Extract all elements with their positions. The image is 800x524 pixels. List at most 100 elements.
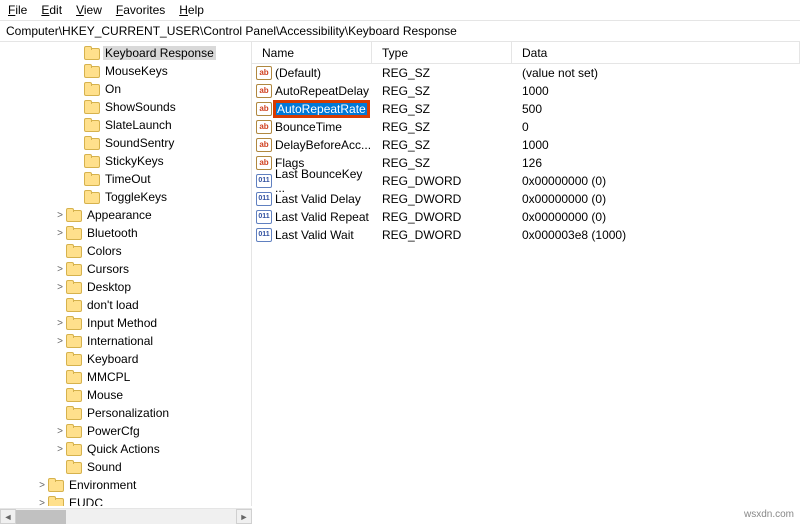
- tree-item[interactable]: Personalization: [0, 404, 251, 422]
- folder-icon: [66, 280, 82, 294]
- tree-item[interactable]: StickyKeys: [0, 152, 251, 170]
- column-header-data[interactable]: Data: [512, 42, 800, 63]
- value-data: (value not set): [512, 66, 800, 80]
- value-name: Last Valid Repeat: [275, 210, 369, 224]
- reg-dword-icon: [256, 209, 272, 225]
- value-data: 0x00000000 (0): [512, 210, 800, 224]
- chevron-right-icon[interactable]: >: [54, 336, 66, 347]
- value-row[interactable]: DelayBeforeAcc...REG_SZ1000: [252, 136, 800, 154]
- tree-pane[interactable]: Keyboard Response MouseKeys On ShowSounds Sl…: [0, 42, 252, 506]
- tree-item[interactable]: Sound: [0, 458, 251, 476]
- values-rows: (Default)REG_SZ(value not set)AutoRepeat…: [252, 64, 800, 244]
- chevron-right-icon[interactable]: >: [54, 228, 66, 239]
- scroll-left-button[interactable]: ◄: [0, 509, 16, 524]
- chevron-right-icon[interactable]: >: [36, 480, 48, 491]
- tree-item[interactable]: ShowSounds: [0, 98, 251, 116]
- value-row[interactable]: Last BounceKey ...REG_DWORD0x00000000 (0…: [252, 172, 800, 190]
- value-type: REG_DWORD: [372, 174, 512, 188]
- menu-edit[interactable]: Edit: [41, 3, 62, 17]
- column-header-type[interactable]: Type: [372, 42, 512, 63]
- tree-item[interactable]: >Desktop: [0, 278, 251, 296]
- menubar: File Edit View Favorites Help: [0, 0, 800, 21]
- value-data: 0x000003e8 (1000): [512, 228, 800, 242]
- tree-item-label: International: [85, 334, 155, 348]
- tree-item-label: Bluetooth: [85, 226, 140, 240]
- tree-item[interactable]: >Input Method: [0, 314, 251, 332]
- reg-string-icon: [256, 119, 272, 135]
- tree-item[interactable]: SlateLaunch: [0, 116, 251, 134]
- watermark: wsxdn.com: [744, 509, 794, 520]
- menu-file[interactable]: File: [8, 3, 27, 17]
- chevron-right-icon[interactable]: >: [54, 318, 66, 329]
- tree-item[interactable]: Keyboard Response: [0, 44, 251, 62]
- tree-item[interactable]: MouseKeys: [0, 62, 251, 80]
- scroll-track[interactable]: [16, 509, 236, 524]
- tree-item-label: EUDC: [67, 496, 105, 506]
- tree-item[interactable]: >Quick Actions: [0, 440, 251, 458]
- address-bar[interactable]: Computer\HKEY_CURRENT_USER\Control Panel…: [0, 21, 800, 42]
- value-name: (Default): [275, 66, 321, 80]
- chevron-right-icon[interactable]: >: [54, 444, 66, 455]
- tree-item-label: Colors: [85, 244, 124, 258]
- column-header-name[interactable]: Name: [252, 42, 372, 63]
- folder-icon: [84, 190, 100, 204]
- tree-item-label: Appearance: [85, 208, 154, 222]
- tree-item-label: Personalization: [85, 406, 171, 420]
- menu-help[interactable]: Help: [179, 3, 204, 17]
- tree-item[interactable]: >Environment: [0, 476, 251, 494]
- value-row[interactable]: Last Valid RepeatREG_DWORD0x00000000 (0): [252, 208, 800, 226]
- value-row[interactable]: AutoRepeatDelayREG_SZ1000: [252, 82, 800, 100]
- value-type: REG_SZ: [372, 156, 512, 170]
- folder-icon: [66, 406, 82, 420]
- menu-view[interactable]: View: [76, 3, 102, 17]
- chevron-right-icon[interactable]: >: [36, 498, 48, 507]
- folder-icon: [84, 100, 100, 114]
- value-row[interactable]: (Default)REG_SZ(value not set): [252, 64, 800, 82]
- folder-icon: [84, 46, 100, 60]
- value-row[interactable]: Last Valid WaitREG_DWORD0x000003e8 (1000…: [252, 226, 800, 244]
- tree-item[interactable]: TimeOut: [0, 170, 251, 188]
- value-row[interactable]: BounceTimeREG_SZ0: [252, 118, 800, 136]
- value-type: REG_SZ: [372, 102, 512, 116]
- value-data: 126: [512, 156, 800, 170]
- tree-item[interactable]: MMCPL: [0, 368, 251, 386]
- tree-item[interactable]: SoundSentry: [0, 134, 251, 152]
- value-row[interactable]: Last Valid DelayREG_DWORD0x00000000 (0): [252, 190, 800, 208]
- chevron-right-icon[interactable]: >: [54, 282, 66, 293]
- value-name: AutoRepeatDelay: [275, 84, 369, 98]
- chevron-right-icon[interactable]: >: [54, 426, 66, 437]
- scroll-right-button[interactable]: ►: [236, 509, 252, 524]
- tree-item[interactable]: > EUDC: [0, 494, 251, 506]
- tree-item-label: ToggleKeys: [103, 190, 169, 204]
- reg-string-icon: [256, 101, 272, 117]
- tree-item[interactable]: > Bluetooth: [0, 224, 251, 242]
- menu-favorites[interactable]: Favorites: [116, 3, 165, 17]
- tree-item[interactable]: ToggleKeys: [0, 188, 251, 206]
- value-type: REG_SZ: [372, 120, 512, 134]
- tree-item-label: MouseKeys: [103, 64, 170, 78]
- tree-item-label: ShowSounds: [103, 100, 178, 114]
- tree-item[interactable]: > Appearance: [0, 206, 251, 224]
- tree-item[interactable]: >Cursors: [0, 260, 251, 278]
- value-data: 0: [512, 120, 800, 134]
- tree-item[interactable]: Colors: [0, 242, 251, 260]
- chevron-right-icon[interactable]: >: [54, 264, 66, 275]
- tree-item[interactable]: > International: [0, 332, 251, 350]
- tree-item[interactable]: >PowerCfg: [0, 422, 251, 440]
- folder-icon: [84, 172, 100, 186]
- tree-item[interactable]: On: [0, 80, 251, 98]
- value-data: 1000: [512, 138, 800, 152]
- tree-item-label: StickyKeys: [103, 154, 166, 168]
- tree-item[interactable]: don't load: [0, 296, 251, 314]
- tree-horizontal-scrollbar[interactable]: ◄ ►: [0, 508, 252, 524]
- tree-item[interactable]: Mouse: [0, 386, 251, 404]
- reg-string-icon: [256, 137, 272, 153]
- reg-dword-icon: [256, 173, 272, 189]
- tree-item[interactable]: Keyboard: [0, 350, 251, 368]
- scroll-thumb[interactable]: [16, 510, 66, 524]
- chevron-right-icon[interactable]: >: [54, 210, 66, 221]
- reg-string-icon: [256, 155, 272, 171]
- value-row[interactable]: AutoRepeatRateREG_SZ500: [252, 100, 800, 118]
- folder-icon: [66, 424, 82, 438]
- folder-icon: [66, 244, 82, 258]
